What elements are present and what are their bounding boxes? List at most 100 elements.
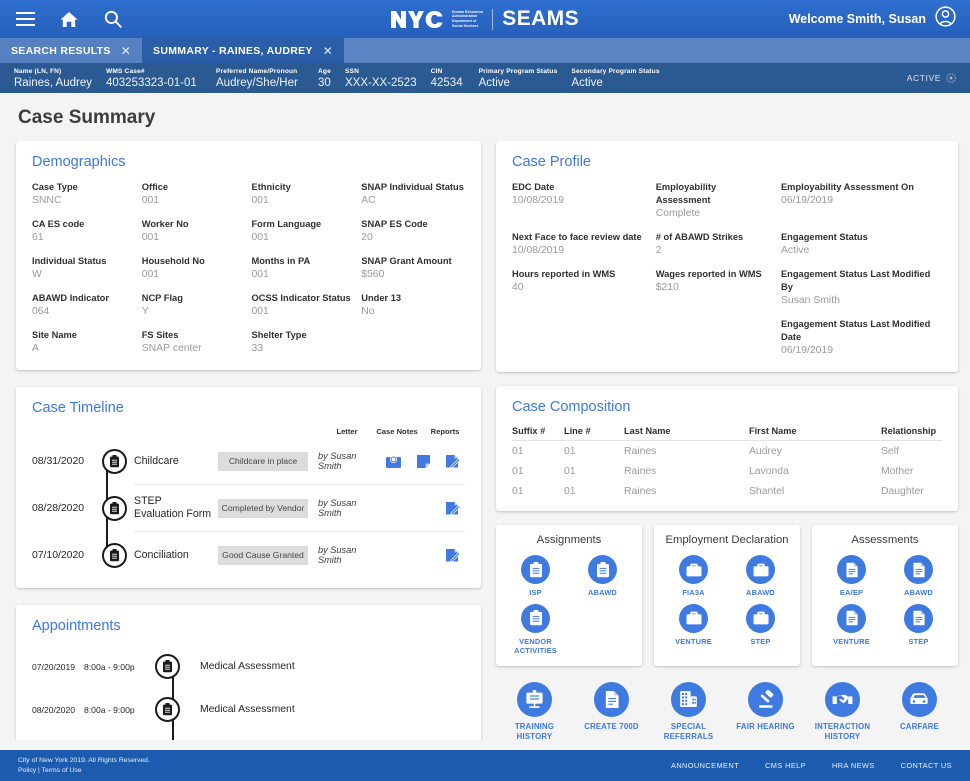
search-icon[interactable] xyxy=(102,8,124,30)
gear-icon[interactable] xyxy=(946,73,956,83)
tile-step-assessment[interactable]: STEP xyxy=(885,603,952,647)
letter-icon[interactable] xyxy=(380,455,407,468)
column-header-line: Line # xyxy=(564,426,624,441)
hamburger-menu-icon[interactable] xyxy=(14,8,36,30)
field-label: Office xyxy=(141,182,169,192)
cell-line: 01 xyxy=(564,486,576,497)
tile-venture-assessment[interactable]: VENTURE xyxy=(818,603,885,647)
table-row[interactable]: 01 01 Raines Lavonda Mother xyxy=(512,461,942,481)
cell-line: 01 xyxy=(564,446,576,457)
field-value: 001 xyxy=(251,232,269,243)
reports-icon[interactable] xyxy=(441,548,465,563)
field-label: Form Language xyxy=(251,219,322,229)
tile-abawd-assessment[interactable]: ABAWD xyxy=(885,555,952,598)
field-value: XXX-XX-2523 xyxy=(345,76,417,89)
app-name: SEAMS xyxy=(502,7,579,30)
user-menu[interactable]: Welcome Smith, Susan xyxy=(789,6,956,32)
field-value: 001 xyxy=(141,269,160,280)
clipboard-icon xyxy=(521,555,550,584)
reports-icon[interactable] xyxy=(441,454,465,469)
action-label: SPECIAL REFERRALS xyxy=(663,721,714,740)
reports-icon[interactable] xyxy=(441,501,465,516)
field-label: Wages reported in WMS xyxy=(655,269,762,279)
tile-abawd-assignment[interactable]: ABAWD xyxy=(569,555,636,598)
timeline-date: 08/28/2020 xyxy=(32,502,85,514)
footer-policy-links[interactable]: Policy | Terms of Use xyxy=(18,766,150,776)
field-value: 30 xyxy=(318,76,331,89)
appointment-row[interactable]: 08/20/2020 8:00a - 9:00p Medical Assessm… xyxy=(32,688,465,731)
cell-last-name: Raines xyxy=(624,466,657,477)
tile-ea-ep[interactable]: EA/EP xyxy=(818,555,885,598)
assignments-grid: ISP ABAWD VENDOR ACTIVITIES xyxy=(502,555,636,656)
user-account-icon[interactable] xyxy=(935,6,956,32)
case-notes-icon[interactable] xyxy=(407,454,441,468)
tile-venture-employment[interactable]: VENTURE xyxy=(660,603,727,647)
case-profile-field: # of ABAWD Strikes 2 xyxy=(656,231,773,258)
case-timeline-title: Case Timeline xyxy=(32,400,124,416)
action-carfare[interactable]: CARFARE xyxy=(881,681,958,740)
info-field-preferred-name: Preferred Name/Pronoun Audrey/She/Her xyxy=(216,67,318,90)
timeline-node xyxy=(94,448,134,474)
field-value: W xyxy=(32,269,42,280)
assessments-title: Assessments xyxy=(851,534,919,546)
assignments-panel: Assignments ISP ABAWD VENDOR ACTIVITIES xyxy=(496,525,642,666)
info-field-primary-program-status: Primary Program Status Active xyxy=(479,67,572,90)
clipboard-icon xyxy=(521,603,550,633)
field-label: Site Name xyxy=(32,330,77,340)
tab-summary-raines-audrey[interactable]: SUMMARY - RAINES, AUDREY ✕ xyxy=(142,38,345,63)
footer-link-hra-news[interactable]: HRA NEWS xyxy=(832,761,875,770)
demographics-field: Under 13 No xyxy=(361,292,465,319)
footer-link-announcement[interactable]: ANNOUNCEMENT xyxy=(671,761,739,770)
tile-fia3a[interactable]: FIA3A xyxy=(660,555,727,598)
document-icon xyxy=(904,603,933,633)
field-value: 61 xyxy=(32,232,44,243)
appointment-node xyxy=(146,697,188,722)
field-value: 42534 xyxy=(430,76,463,89)
nyc-logo-icon xyxy=(391,10,443,28)
home-icon[interactable] xyxy=(58,8,80,30)
timeline-node xyxy=(94,495,134,521)
assessments-panel: Assessments EA/EP ABAWD VENTURE STEP xyxy=(812,525,958,666)
field-value: 33 xyxy=(251,343,264,354)
case-profile-field: EDC Date 10/08/2019 xyxy=(512,181,648,221)
close-icon[interactable]: ✕ xyxy=(323,45,333,57)
timeline-date: 08/31/2020 xyxy=(32,455,85,467)
footer-copyright-block: City of New York 2019. All Rights Reserv… xyxy=(18,756,150,776)
document-icon xyxy=(594,681,629,717)
action-create-700d[interactable]: CREATE 700D xyxy=(573,681,650,740)
clipboard-icon xyxy=(588,555,617,584)
tile-abawd-employment[interactable]: ABAWD xyxy=(727,555,794,598)
appointment-row[interactable]: 07/20/2019 8:00a - 9:00p Medical Assessm… xyxy=(32,645,465,688)
field-value: Audrey/She/Her xyxy=(216,76,298,89)
action-training-history[interactable]: TRAINING HISTORY xyxy=(496,681,573,740)
status-badge[interactable]: ACTIVE xyxy=(907,73,956,83)
demographics-field: Months in PA 001 xyxy=(252,255,356,282)
presentation-board-icon xyxy=(517,681,552,717)
field-label: FS Sites xyxy=(141,330,179,340)
tile-isp[interactable]: ISP xyxy=(502,555,569,598)
close-icon[interactable]: ✕ xyxy=(121,45,131,57)
table-row[interactable]: 01 01 Raines Audrey Self xyxy=(512,441,942,462)
footer-link-cms-help[interactable]: CMS HELP xyxy=(765,761,806,770)
action-interaction-history[interactable]: INTERACTION HISTORY xyxy=(804,681,881,740)
document-icon xyxy=(904,555,933,584)
field-value: No xyxy=(361,306,375,317)
table-row[interactable]: 01 01 Raines Shantel Daughter xyxy=(512,481,942,501)
timeline-row[interactable]: 07/10/2020 Conciliation Good Cause Grant… xyxy=(32,532,465,578)
tile-step-employment[interactable]: STEP xyxy=(727,603,794,647)
tab-search-results[interactable]: SEARCH RESULTS ✕ xyxy=(0,38,143,63)
timeline-row[interactable]: 08/28/2020 STEP Evaluation Form Complete… xyxy=(32,485,465,531)
demographics-grid: Case Type SNNC Office 001 Ethnicity 001 SNA… xyxy=(32,181,465,356)
appointment-time: 8:00a - 9:00p xyxy=(84,661,135,672)
action-special-referrals[interactable]: SPECIAL REFERRALS xyxy=(650,681,727,740)
footer-link-contact-us[interactable]: CONTACT US xyxy=(901,761,952,770)
field-value: 40 xyxy=(512,282,524,293)
cell-relationship: Mother xyxy=(881,466,914,477)
field-label: Months in PA xyxy=(251,256,311,266)
field-value: Raines, Audrey xyxy=(14,76,92,89)
action-fair-hearing[interactable]: FAIR HEARING xyxy=(727,681,804,740)
tile-vendor-activities[interactable]: VENDOR ACTIVITIES xyxy=(502,603,569,656)
appointment-row[interactable]: 09/20/2020 1:00p - 2:30p Psychiatric Eva… xyxy=(32,731,465,740)
car-icon xyxy=(902,681,937,717)
timeline-row[interactable]: 08/31/2020 Childcare Childcare in place … xyxy=(32,438,465,484)
